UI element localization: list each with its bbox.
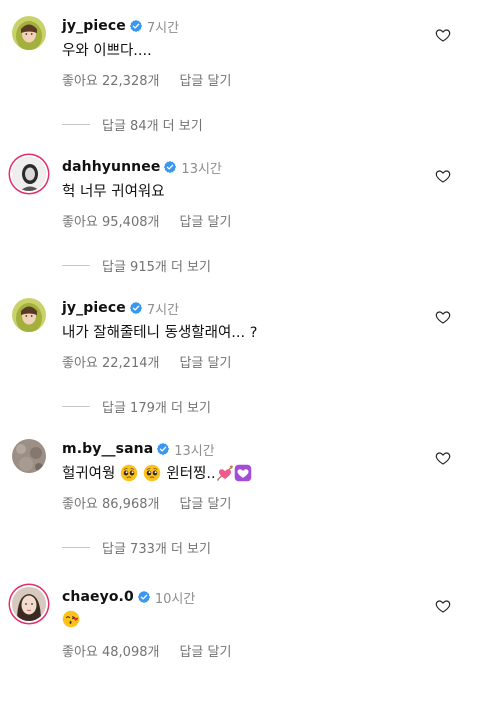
username[interactable]: dahhyunnee — [62, 159, 160, 175]
like-count[interactable]: 좋아요 22,328개 — [62, 74, 159, 89]
verified-badge-icon — [129, 19, 143, 33]
comment-item: jy_piece 7시간 내가 잘해줄테니 동생할래여... ? 좋아요 22,… — [0, 298, 480, 439]
like-count[interactable]: 좋아요 48,098개 — [62, 645, 159, 660]
comments-list: jy_piece 7시간 우와 이쁘다.... 좋아요 22,328개 답글 달기… — [0, 0, 480, 678]
like-heart-icon[interactable] — [435, 168, 451, 184]
reply-button[interactable]: 답글 달기 — [179, 74, 231, 89]
pleading-face-icon — [120, 464, 138, 482]
comment-actions: 좋아요 48,098개 답글 달기 — [62, 641, 231, 660]
view-replies-label: 답글 915개 더 보기 — [102, 260, 211, 275]
like-heart-icon[interactable] — [435, 598, 451, 614]
comment-item: chaeyo.0 10시간 좋아요 48,098개 답글 달기 — [0, 587, 480, 728]
replies-divider — [62, 265, 90, 266]
comment-actions: 좋아요 86,968개 답글 달기 — [62, 493, 231, 512]
verified-badge-icon — [163, 160, 177, 174]
comment-item: dahhyunnee 13시간 헉 너무 귀여워요 좋아요 95,408개답글 … — [0, 157, 480, 298]
like-heart-icon[interactable] — [435, 450, 451, 466]
username[interactable]: chaeyo.0 — [62, 589, 134, 605]
reply-button[interactable]: 답글 달기 — [179, 215, 231, 230]
avatar[interactable] — [12, 16, 46, 50]
verified-badge-icon — [156, 442, 170, 456]
timestamp: 13시간 — [174, 443, 215, 459]
view-replies-label: 답글 84개 더 보기 — [102, 119, 203, 134]
comment-text-part: 헐귀여웡 — [62, 466, 116, 482]
avatar-green-hood-icon — [12, 16, 46, 50]
avatar[interactable] — [12, 298, 46, 332]
view-replies-button[interactable]: 답글 733개 더 보기 — [62, 538, 211, 557]
comment-text: 우와 이쁘다.... — [62, 43, 152, 59]
timestamp: 7시간 — [146, 302, 180, 318]
comment-text: 헉 너무 귀여워요 — [62, 184, 165, 200]
comment-meta: dahhyunnee 13시간 — [62, 156, 222, 178]
avatar[interactable] — [12, 439, 46, 473]
comment-text-part: 윈터찡.. — [166, 466, 216, 482]
comment-item: jy_piece 7시간 우와 이쁘다.... 좋아요 22,328개 답글 달기… — [0, 16, 480, 157]
avatar-face-icon — [12, 587, 46, 621]
heart-with-arrow-icon — [216, 464, 234, 482]
view-replies-label: 답글 179개 더 보기 — [102, 401, 211, 416]
comment-actions: 좋아요 22,328개 답글 달기 — [62, 70, 231, 89]
replies-divider — [62, 547, 90, 548]
like-count[interactable]: 좋아요 86,968개 — [62, 497, 159, 512]
comment-meta: jy_piece 7시간 — [62, 297, 179, 319]
avatar-texture-icon — [12, 439, 46, 473]
timestamp: 7시간 — [146, 20, 180, 36]
avatar-green-hood-icon — [12, 298, 46, 332]
like-heart-icon[interactable] — [435, 27, 451, 43]
verified-badge-icon — [137, 590, 151, 604]
avatar-bw-portrait-icon — [12, 157, 46, 191]
comment-text: 헐귀여웡 윈터찡.. — [62, 462, 252, 483]
verified-badge-icon — [129, 301, 143, 315]
comment-actions: 좋아요 95,408개 답글 달기 — [62, 211, 231, 230]
comment-meta: jy_piece 7시간 — [62, 15, 179, 37]
like-count[interactable]: 좋아요 95,408개 — [62, 215, 159, 230]
avatar[interactable] — [12, 157, 46, 191]
view-replies-button[interactable]: 답글 84개 더 보기 — [62, 115, 203, 134]
comment-meta: m.by__sana 13시간 — [62, 438, 215, 460]
view-replies-button[interactable]: 답글 179개 더 보기 — [62, 397, 211, 416]
comment-actions: 좋아요 22,214개 답글 달기 — [62, 352, 231, 371]
username[interactable]: jy_piece — [62, 300, 126, 316]
view-replies-button[interactable]: 답글 915개 더 보기 — [62, 256, 211, 275]
like-heart-icon[interactable] — [435, 309, 451, 325]
replies-divider — [62, 124, 90, 125]
view-replies-label: 답글 733개 더 보기 — [102, 542, 211, 557]
reply-button[interactable]: 답글 달기 — [179, 497, 231, 512]
purple-heart-icon — [234, 464, 252, 482]
pleading-face-icon — [143, 464, 161, 482]
comment-text — [62, 610, 80, 628]
comment-text: 내가 잘해줄테니 동생할래여... ? — [62, 325, 258, 341]
replies-divider — [62, 406, 90, 407]
like-count[interactable]: 좋아요 22,214개 — [62, 356, 159, 371]
timestamp: 10시간 — [154, 591, 196, 607]
kissing-heart-face-icon — [62, 610, 80, 628]
comment-meta: chaeyo.0 10시간 — [62, 586, 195, 608]
username[interactable]: m.by__sana — [62, 441, 153, 457]
timestamp: 13시간 — [181, 161, 222, 177]
reply-button[interactable]: 답글 달기 — [179, 356, 231, 371]
comment-item: m.by__sana 13시간 헐귀여웡 윈터찡.. 좋아요 86,968개답글… — [0, 439, 480, 580]
username[interactable]: jy_piece — [62, 18, 126, 34]
reply-button[interactable]: 답글 달기 — [179, 645, 231, 660]
avatar[interactable] — [12, 587, 46, 621]
